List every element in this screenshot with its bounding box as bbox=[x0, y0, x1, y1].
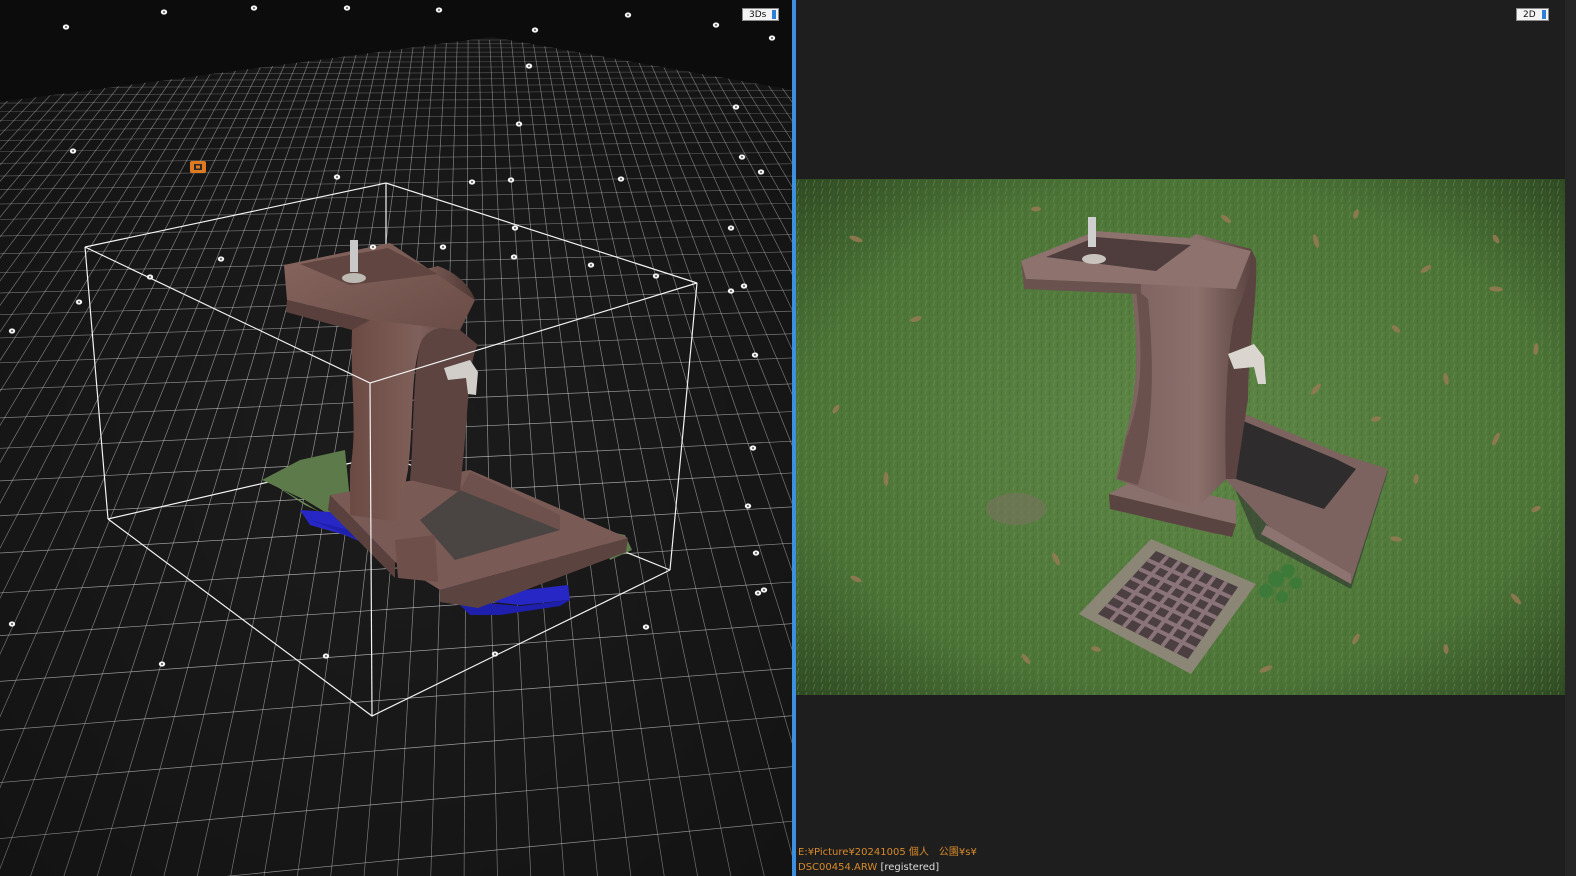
camera-icon[interactable] bbox=[468, 179, 476, 185]
camera-icon[interactable] bbox=[652, 273, 660, 279]
selected-camera-icon[interactable] bbox=[190, 161, 206, 173]
view-mode-2d-button[interactable]: 2D bbox=[1516, 8, 1549, 21]
file-name: DSC00454.ARW bbox=[798, 862, 878, 873]
camera-icon[interactable] bbox=[738, 154, 746, 160]
camera-icon[interactable] bbox=[491, 651, 499, 657]
camera-icon[interactable] bbox=[69, 148, 77, 154]
camera-icon[interactable] bbox=[642, 624, 650, 630]
camera-icon[interactable] bbox=[732, 104, 740, 110]
camera-icon[interactable] bbox=[624, 12, 632, 18]
camera-icon[interactable] bbox=[146, 274, 154, 280]
camera-icon[interactable] bbox=[322, 653, 330, 659]
camera-icon[interactable] bbox=[250, 5, 258, 11]
source-photo bbox=[796, 179, 1565, 695]
camera-icon[interactable] bbox=[75, 299, 83, 305]
view-mode-3d-button[interactable]: 3Ds bbox=[742, 8, 780, 21]
camera-icon[interactable] bbox=[343, 5, 351, 11]
camera-icon[interactable] bbox=[8, 621, 16, 627]
camera-icon[interactable] bbox=[369, 244, 377, 250]
camera-icon[interactable] bbox=[217, 256, 225, 262]
scene-3d[interactable] bbox=[0, 0, 792, 876]
file-status: [registered] bbox=[880, 862, 940, 873]
camera-icon[interactable] bbox=[754, 590, 762, 596]
camera-icon[interactable] bbox=[435, 7, 443, 13]
camera-icon[interactable] bbox=[587, 262, 595, 268]
camera-icon[interactable] bbox=[752, 550, 760, 556]
app-window: 3Ds 2D E:¥Picture¥20241005 個人 公園¥s¥ DSC0… bbox=[0, 0, 1576, 876]
camera-icon[interactable] bbox=[760, 587, 768, 593]
camera-icon[interactable] bbox=[531, 27, 539, 33]
camera-icon[interactable] bbox=[160, 9, 168, 15]
camera-icon[interactable] bbox=[439, 244, 447, 250]
viewport-3d[interactable]: 3Ds bbox=[0, 0, 792, 876]
camera-icon[interactable] bbox=[751, 352, 759, 358]
camera-icon[interactable] bbox=[757, 169, 765, 175]
camera-icon[interactable] bbox=[744, 503, 752, 509]
camera-icon[interactable] bbox=[727, 288, 735, 294]
camera-icon[interactable] bbox=[158, 661, 166, 667]
camera-icon[interactable] bbox=[62, 24, 70, 30]
file-path: E:¥Picture¥20241005 個人 公園¥s¥ bbox=[798, 847, 977, 858]
camera-icon[interactable] bbox=[511, 225, 519, 231]
camera-icon[interactable] bbox=[617, 176, 625, 182]
camera-icon[interactable] bbox=[515, 121, 523, 127]
camera-icon[interactable] bbox=[712, 22, 720, 28]
image-file-info: E:¥Picture¥20241005 個人 公園¥s¥ DSC00454.AR… bbox=[798, 845, 977, 875]
camera-icon[interactable] bbox=[507, 177, 515, 183]
viewport-2d[interactable]: 2D E:¥Picture¥20241005 個人 公園¥s¥ DSC00454… bbox=[796, 0, 1576, 876]
camera-icon[interactable] bbox=[768, 35, 776, 41]
camera-icon[interactable] bbox=[333, 174, 341, 180]
vertical-scrollbar[interactable] bbox=[1565, 0, 1576, 876]
camera-icon[interactable] bbox=[740, 283, 748, 289]
camera-icon[interactable] bbox=[510, 254, 518, 260]
file-name-line: DSC00454.ARW [registered] bbox=[798, 860, 977, 875]
camera-icon[interactable] bbox=[8, 328, 16, 334]
camera-icon[interactable] bbox=[525, 63, 533, 69]
camera-icon[interactable] bbox=[749, 445, 757, 451]
camera-icon[interactable] bbox=[727, 225, 735, 231]
